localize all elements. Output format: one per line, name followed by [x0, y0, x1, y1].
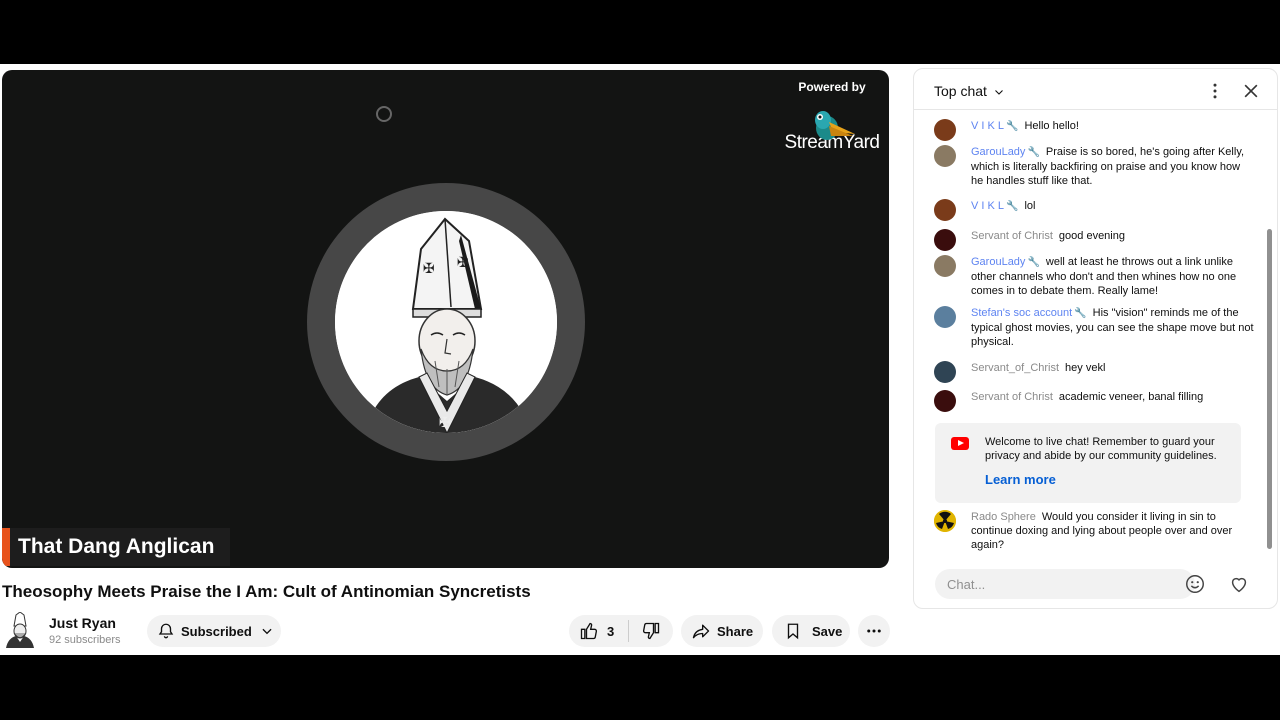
- chat-message: Servant of Christ good evening: [934, 229, 1254, 251]
- subscribe-label: Subscribed: [181, 623, 252, 639]
- radiation-icon: [934, 510, 956, 532]
- chat-message: Stefan's soc account 🔧 His "vision" remind…: [934, 306, 1254, 349]
- save-label: Save: [812, 623, 843, 639]
- lower-third-text: That Dang Anglican: [18, 535, 215, 558]
- share-icon: [692, 624, 710, 639]
- user-avatar[interactable]: [934, 510, 956, 532]
- channel-avatar[interactable]: [6, 612, 34, 648]
- stream-avatar-portrait: ✠ ✠ ✠: [335, 211, 557, 433]
- more-horizontal-icon: [867, 629, 881, 633]
- welcome-text: Welcome to live chat! Remember to guard …: [985, 436, 1217, 462]
- user-avatar[interactable]: [934, 306, 956, 328]
- chat-scrollbar[interactable]: [1267, 229, 1272, 549]
- lower-third-accent: [2, 528, 10, 566]
- chat-text: academic veneer, banal filling: [1058, 391, 1204, 403]
- chat-input[interactable]: Chat...: [935, 569, 1195, 599]
- user-avatar[interactable]: [934, 255, 956, 277]
- author-name: GarouLady: [971, 146, 1026, 158]
- chevron-down-icon: [994, 90, 1003, 96]
- chat-message: V I K L 🔧 Hello hello!: [934, 119, 1254, 141]
- chat-mode-selector[interactable]: Top chat: [934, 83, 1005, 99]
- chat-message: Servant_of_Christ hey vekl: [934, 361, 1254, 383]
- wrench-icon: 🔧: [1006, 121, 1019, 132]
- user-avatar[interactable]: [934, 390, 956, 412]
- author-name: Stefan's soc account: [971, 307, 1073, 319]
- svg-text:✠: ✠: [457, 255, 469, 271]
- chat-author[interactable]: GarouLady 🔧: [971, 146, 1040, 158]
- video-player[interactable]: Powered by StreamYard ✠ ✠ ✠ That Dang An…: [2, 70, 889, 568]
- chat-text: lol: [1024, 200, 1036, 212]
- chat-author[interactable]: Servant of Christ: [971, 230, 1053, 242]
- chat-header: Top chat: [914, 69, 1277, 110]
- wrench-icon: 🔧: [1074, 308, 1087, 319]
- chat-mode-label: Top chat: [934, 83, 987, 99]
- kebab-menu-icon[interactable]: [1205, 81, 1225, 101]
- subscribe-button[interactable]: Subscribed: [147, 615, 281, 647]
- wrench-icon: 🔧: [1006, 201, 1019, 212]
- author-name: V I K L: [971, 200, 1005, 212]
- bishop-portrait-icon: ✠ ✠ ✠: [335, 211, 557, 433]
- more-actions-button[interactable]: [858, 615, 890, 647]
- chat-text: hey vekl: [1065, 362, 1106, 374]
- chat-author[interactable]: GarouLady 🔧: [971, 256, 1040, 268]
- channel-name[interactable]: Just Ryan: [49, 615, 116, 631]
- share-button[interactable]: Share: [681, 615, 763, 647]
- share-label: Share: [717, 623, 754, 639]
- save-button[interactable]: Save: [772, 615, 850, 647]
- like-count: 3: [607, 623, 615, 639]
- thumbs-down-icon[interactable]: [641, 621, 661, 641]
- chat-message: V I K L 🔧 lol: [934, 199, 1254, 221]
- bookmark-icon: [787, 623, 799, 640]
- chat-author[interactable]: V I K L 🔧: [971, 200, 1018, 212]
- user-avatar[interactable]: [934, 119, 956, 141]
- emoji-icon[interactable]: [1184, 573, 1206, 595]
- powered-by-text: Powered by: [798, 80, 866, 94]
- wrench-icon: 🔧: [1027, 147, 1040, 158]
- user-avatar[interactable]: [934, 199, 956, 221]
- bell-icon: [158, 623, 174, 639]
- user-avatar[interactable]: [934, 229, 956, 251]
- wrench-icon: 🔧: [1027, 257, 1040, 268]
- chat-message: Servant of Christ academic veneer, banal …: [934, 390, 1254, 412]
- learn-more-link[interactable]: Learn more: [985, 472, 1056, 487]
- loading-spinner-icon: [376, 106, 392, 122]
- author-name: GarouLady: [971, 256, 1026, 268]
- subscriber-count: 92 subscribers: [49, 634, 121, 646]
- chat-input-placeholder: Chat...: [947, 577, 986, 592]
- lower-third-banner: That Dang Anglican: [2, 528, 231, 566]
- heart-icon[interactable]: [1228, 573, 1250, 595]
- chat-author[interactable]: Servant of Christ: [971, 391, 1053, 403]
- duck-logo-icon: [815, 111, 855, 140]
- thumbs-up-icon[interactable]: [579, 621, 599, 641]
- chat-message: Rado Sphere Would you consider it living …: [934, 510, 1254, 552]
- chat-message: GarouLady 🔧 well at least he throws out a …: [934, 255, 1254, 298]
- chat-text: Hello hello!: [1024, 120, 1079, 132]
- chat-text: good evening: [1058, 230, 1125, 242]
- chat-author[interactable]: Stefan's soc account 🔧: [971, 307, 1087, 319]
- chat-author[interactable]: Rado Sphere: [971, 511, 1036, 523]
- svg-text:✠: ✠: [423, 261, 435, 277]
- page: Powered by StreamYard ✠ ✠ ✠ That Dang An…: [0, 64, 1280, 655]
- chat-message: GarouLady 🔧 Praise is so bored, he's going…: [934, 145, 1254, 188]
- like-divider: [628, 620, 630, 642]
- author-name: V I K L: [971, 120, 1005, 132]
- video-title: Theosophy Meets Praise the I Am: Cult of…: [2, 582, 531, 601]
- chat-author[interactable]: Servant_of_Christ: [971, 362, 1059, 374]
- close-icon[interactable]: [1241, 81, 1261, 101]
- chat-author[interactable]: V I K L 🔧: [971, 120, 1018, 132]
- user-avatar[interactable]: [934, 361, 956, 383]
- user-avatar[interactable]: [934, 145, 956, 167]
- svg-text:✠: ✠: [439, 415, 451, 431]
- welcome-banner: Welcome to live chat! Remember to guard …: [935, 423, 1241, 503]
- like-dislike-group: 3: [569, 615, 673, 647]
- live-chat-panel: Top chat V I K L 🔧 Hello hello! GarouLady 🔧…: [913, 68, 1278, 609]
- youtube-logo-icon: [951, 437, 969, 450]
- chevron-down-icon: [262, 628, 272, 635]
